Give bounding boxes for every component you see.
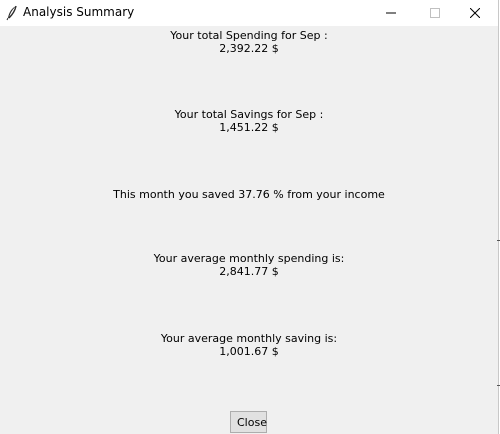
- savings-label: Your total Savings for Sep :: [174, 108, 324, 121]
- spending-label: Your total Spending for Sep :: [170, 29, 328, 42]
- average-saving-value: 1,001.67 $: [219, 345, 279, 358]
- maximize-icon: [430, 8, 440, 18]
- feather-icon: [6, 5, 18, 21]
- average-spending-value: 2,841.77 $: [219, 265, 279, 278]
- analysis-summary-window: Analysis Summary Your total Spending for…: [0, 0, 499, 434]
- average-spending-label: Your average monthly spending is:: [153, 252, 345, 265]
- window-title: Analysis Summary: [23, 5, 135, 19]
- savings-block: Your total Savings for Sep : 1,451.22 $: [0, 108, 498, 134]
- savings-value: 1,451.22 $: [219, 121, 279, 134]
- average-spending-block: Your average monthly spending is: 2,841.…: [0, 252, 498, 278]
- average-saving-label: Your average monthly saving is:: [160, 332, 338, 345]
- saved-percentage-block: This month you saved 37.76 % from your i…: [0, 188, 498, 201]
- summary-content: Your total Spending for Sep : 2,392.22 $…: [0, 26, 498, 434]
- minimize-icon: [386, 12, 396, 14]
- title-bar[interactable]: Analysis Summary: [0, 0, 498, 26]
- spending-value: 2,392.22 $: [219, 42, 279, 55]
- average-saving-block: Your average monthly saving is: 1,001.67…: [0, 332, 498, 358]
- close-button[interactable]: Close: [230, 411, 267, 433]
- saved-percentage-message: This month you saved 37.76 % from your i…: [113, 188, 385, 201]
- close-window-button[interactable]: [452, 0, 498, 26]
- minimize-button[interactable]: [368, 0, 414, 26]
- spending-block: Your total Spending for Sep : 2,392.22 $: [0, 29, 498, 55]
- close-icon: [469, 7, 481, 19]
